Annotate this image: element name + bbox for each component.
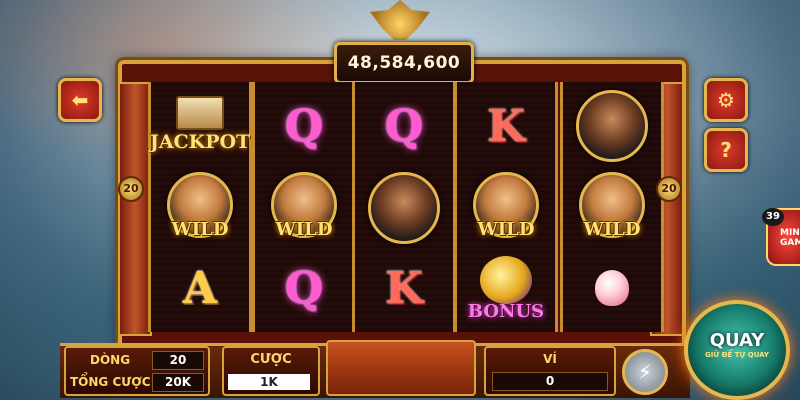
wild-symbol: WILD: [466, 168, 546, 248]
auto-spin-button[interactable]: ⚡: [622, 349, 668, 395]
wild-symbol: WILD: [160, 168, 240, 248]
symbol-cell: Q: [255, 248, 353, 328]
spin-button[interactable]: QUAY GIỮ ĐỂ TỰ QUAY: [684, 300, 790, 400]
wild-symbol: WILD: [264, 168, 344, 248]
dong-label: DÒNG: [90, 353, 131, 367]
wild-label: WILD: [583, 219, 641, 240]
back-arrow-icon: ⬅: [71, 88, 89, 112]
spin-label: QUAY: [709, 330, 765, 351]
symbol-cell: JACKPOT: [149, 86, 251, 166]
symbol-cell: WILD: [563, 168, 661, 248]
jackpot-symbol-label: JACKPOT: [149, 131, 251, 153]
cuoc-label: CƯỢC: [250, 352, 292, 367]
mini-game-count: 39: [762, 208, 784, 226]
lightning-icon: ⚡: [637, 360, 653, 384]
line-marker-right: 20: [656, 176, 682, 202]
reel-5: WILD: [560, 82, 664, 332]
symbol-cell: WILD: [457, 168, 555, 248]
mini-game-button[interactable]: 39 MINI GAME: [762, 208, 800, 266]
tong-cuoc-value: 20K: [152, 373, 204, 392]
mini-game-label: MINI GAME: [780, 228, 800, 248]
wild-label: WILD: [275, 219, 333, 240]
settings-button[interactable]: ⚙: [704, 78, 748, 122]
question-icon: ?: [720, 138, 732, 162]
peach-icon: [589, 270, 635, 306]
letter-symbol: A: [182, 262, 218, 314]
reel-4: K WILD BONUS: [454, 82, 558, 332]
symbol-cell: A: [151, 248, 249, 328]
symbol-cell: K: [457, 86, 555, 166]
symbol-cell: [355, 168, 453, 248]
wallet-panel: VÍ 0: [484, 346, 616, 396]
wild-symbol: WILD: [572, 168, 652, 248]
gear-icon: ⚙: [717, 88, 735, 112]
bonus-symbol: BONUS: [466, 248, 546, 328]
symbol-cell: [563, 86, 661, 166]
symbol-cell: K: [355, 248, 453, 328]
wild-label: WILD: [477, 219, 535, 240]
tong-cuoc-label: TỔNG CƯỢC: [70, 375, 151, 389]
jackpot-value: 48,584,600: [334, 42, 474, 84]
help-button[interactable]: ?: [704, 128, 748, 172]
line-bet-panel: DÒNG 20 TỔNG CƯỢC 20K: [64, 346, 210, 396]
symbol-cell: WILD: [255, 168, 353, 248]
letter-symbol: Q: [284, 262, 324, 314]
symbol-cell: BONUS: [457, 248, 555, 328]
vi-value: 0: [492, 372, 608, 391]
symbol-cell: Q: [355, 86, 453, 166]
symbol-cell: WILD: [151, 168, 249, 248]
warrior-portrait-icon: [576, 90, 648, 162]
left-pillar: [118, 82, 152, 336]
gold-ingot-icon: [480, 256, 532, 304]
dong-value: 20: [152, 351, 204, 370]
reel-3: QK: [352, 82, 456, 332]
symbol-cell: [563, 248, 661, 328]
warrior-portrait-icon: [368, 172, 440, 244]
win-display: [326, 340, 476, 396]
bet-panel[interactable]: CƯỢC 1K: [222, 346, 320, 396]
letter-symbol: Q: [284, 100, 324, 152]
scroll-book-icon: [176, 96, 224, 130]
bonus-label: BONUS: [467, 301, 545, 322]
symbol-cell: Q: [255, 86, 353, 166]
back-button[interactable]: ⬅: [58, 78, 102, 122]
spin-sublabel: GIỮ ĐỂ TỰ QUAY: [704, 351, 769, 359]
letter-symbol: K: [384, 262, 424, 314]
wild-label: WILD: [171, 219, 229, 240]
letter-symbol: K: [486, 100, 526, 152]
letter-symbol: Q: [384, 100, 424, 152]
reel-2: Q WILD Q: [252, 82, 356, 332]
reel-1: JACKPOT WILD A: [148, 82, 252, 332]
vi-label: VÍ: [543, 352, 557, 366]
cuoc-value[interactable]: 1K: [228, 374, 310, 390]
line-marker-left: 20: [118, 176, 144, 202]
